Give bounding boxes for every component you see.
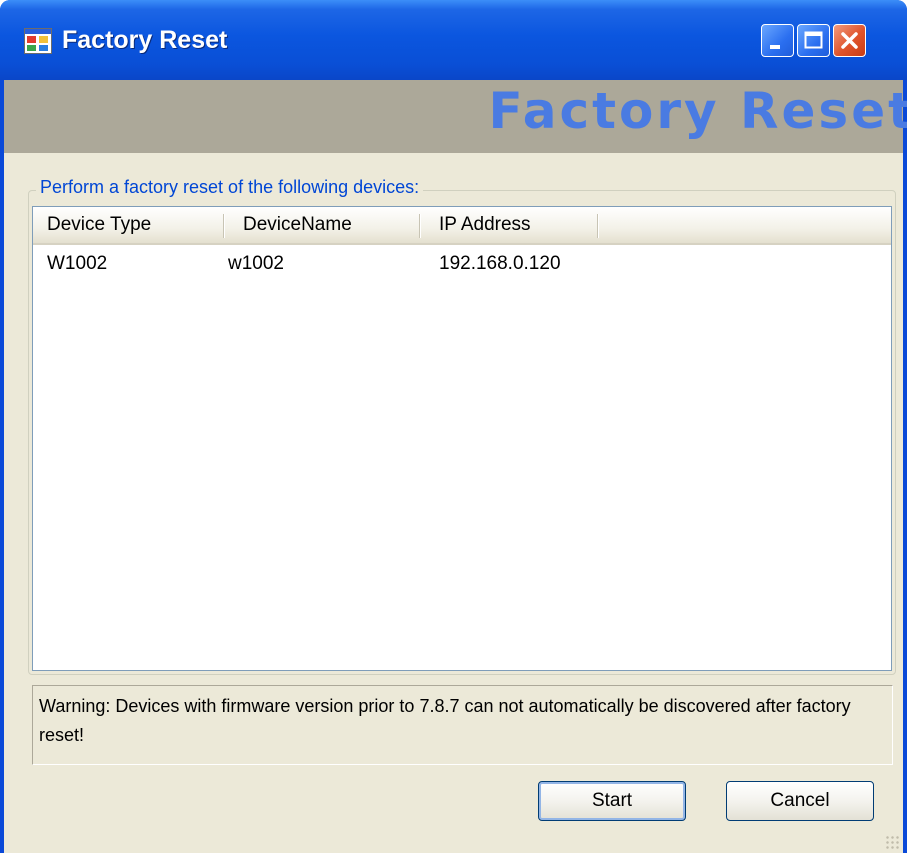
app-window-icon bbox=[24, 28, 52, 54]
column-separator[interactable] bbox=[223, 214, 225, 238]
list-header: Device Type DeviceName IP Address bbox=[33, 207, 891, 245]
resize-grip[interactable] bbox=[885, 835, 899, 849]
device-list[interactable]: Device Type DeviceName IP Address W1002 … bbox=[32, 206, 892, 671]
column-separator[interactable] bbox=[597, 214, 599, 238]
column-header-ip-address[interactable]: IP Address bbox=[429, 207, 595, 243]
column-header-device-type[interactable]: Device Type bbox=[37, 207, 223, 243]
maximize-icon bbox=[804, 31, 823, 49]
factory-reset-window: Factory Reset Factory Reset Perform a fa… bbox=[0, 0, 907, 853]
start-button[interactable]: Start bbox=[538, 781, 686, 821]
close-icon bbox=[841, 32, 858, 49]
cell-device-type: W1002 bbox=[47, 253, 108, 274]
window-title: Factory Reset bbox=[62, 26, 228, 54]
window-client-area: Factory Reset Perform a factory reset of… bbox=[4, 80, 907, 853]
header-banner: Factory Reset bbox=[4, 80, 907, 153]
column-separator[interactable] bbox=[419, 214, 421, 238]
close-button[interactable] bbox=[833, 24, 866, 57]
title-bar[interactable]: Factory Reset bbox=[0, 0, 907, 80]
warning-message: Warning: Devices with firmware version p… bbox=[32, 685, 893, 765]
cell-device-name: w1002 bbox=[228, 253, 284, 274]
devices-group-label: Perform a factory reset of the following… bbox=[36, 177, 424, 198]
banner-title: Factory Reset bbox=[488, 82, 907, 140]
cell-ip-address: 192.168.0.120 bbox=[439, 253, 561, 274]
column-header-device-name[interactable]: DeviceName bbox=[233, 207, 419, 243]
table-row[interactable]: W1002 w1002 192.168.0.120 bbox=[33, 249, 891, 279]
cancel-button[interactable]: Cancel bbox=[726, 781, 874, 821]
maximize-button[interactable] bbox=[797, 24, 830, 57]
minimize-button[interactable] bbox=[761, 24, 794, 57]
minimize-icon bbox=[770, 45, 780, 49]
